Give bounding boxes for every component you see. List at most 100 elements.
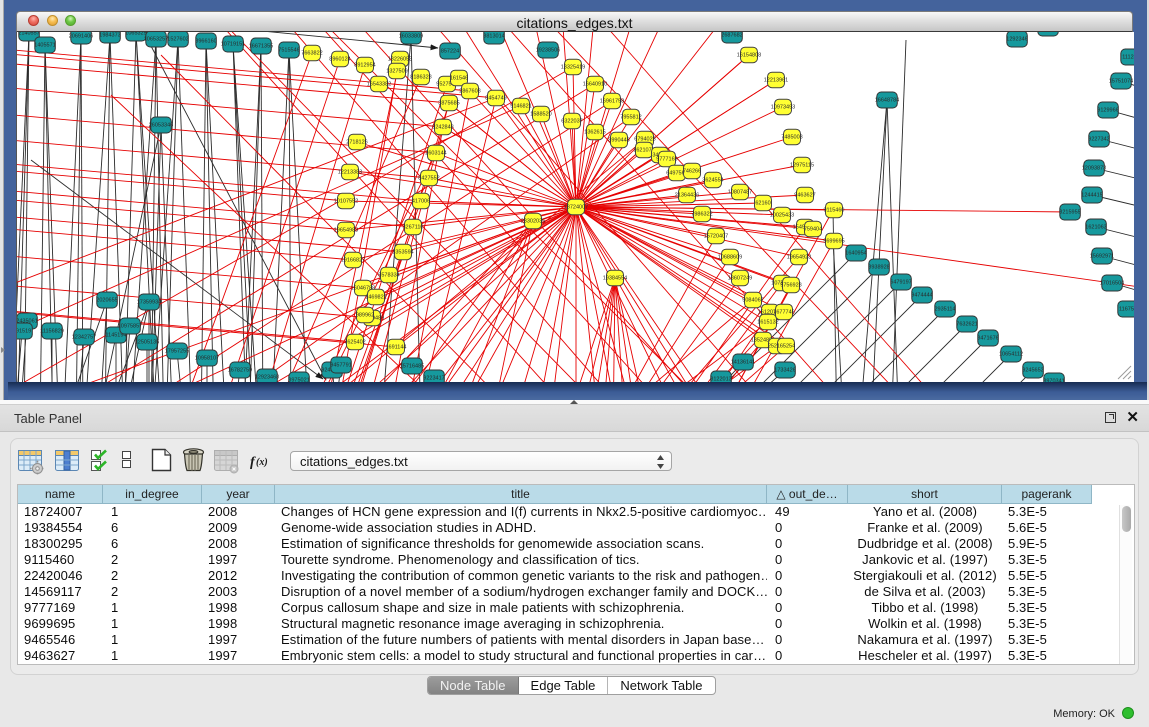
svg-text:8427552: 8427552 — [418, 176, 439, 182]
svg-text:23302035: 23302035 — [521, 219, 545, 225]
svg-text:8970341: 8970341 — [1043, 379, 1064, 382]
svg-text:16782759: 16782759 — [228, 368, 252, 374]
svg-text:1244415: 1244415 — [1081, 193, 1102, 199]
svg-text:857224: 857224 — [441, 49, 459, 55]
svg-text:8912954: 8912954 — [354, 63, 375, 69]
svg-text:9084067: 9084067 — [742, 298, 763, 304]
svg-text:10107552: 10107552 — [334, 199, 358, 205]
svg-text:3267110: 3267110 — [402, 225, 423, 231]
svg-text:7485003: 7485003 — [781, 135, 802, 141]
svg-text:2718126: 2718126 — [346, 140, 367, 146]
svg-text:15692971: 15692971 — [1090, 254, 1114, 260]
svg-text:9245652: 9245652 — [1022, 368, 1043, 374]
svg-text:8960124: 8960124 — [329, 57, 350, 63]
svg-text:10688609: 10688609 — [718, 255, 742, 261]
svg-text:7955812: 7955812 — [620, 115, 641, 121]
svg-text:1615132: 1615132 — [757, 320, 778, 326]
svg-text:116753: 116753 — [1119, 307, 1134, 313]
svg-text:8578334: 8578334 — [378, 273, 399, 279]
svg-text:161546: 161546 — [450, 76, 468, 82]
svg-text:6479197: 6479197 — [890, 280, 911, 286]
svg-text:7515546: 7515546 — [278, 48, 299, 54]
svg-text:1292346: 1292346 — [1006, 37, 1027, 43]
svg-text:15716485: 15716485 — [400, 364, 424, 370]
svg-text:17016504: 17016504 — [1100, 281, 1124, 287]
svg-text:746266: 746266 — [683, 169, 701, 175]
svg-text:15720407: 15720407 — [704, 234, 728, 240]
svg-text:10654112: 10654112 — [999, 352, 1023, 358]
svg-text:13226053: 13226053 — [388, 57, 412, 63]
svg-text:16154808: 16154808 — [737, 53, 761, 59]
svg-text:9777169: 9777169 — [656, 157, 677, 163]
svg-text:11156829: 11156829 — [40, 329, 64, 335]
svg-text:1677746: 1677746 — [773, 310, 794, 316]
svg-text:8471676: 8471676 — [977, 336, 998, 342]
svg-text:14136141: 14136141 — [731, 360, 755, 366]
svg-text:1405571: 1405571 — [34, 43, 55, 49]
svg-text:10653257: 10653257 — [144, 37, 168, 43]
svg-text:10807487: 10807487 — [728, 190, 752, 196]
svg-text:1621063: 1621063 — [1085, 225, 1106, 231]
svg-text:10958107: 10958107 — [195, 356, 219, 362]
svg-text:417006: 417006 — [412, 199, 430, 205]
svg-text:1469822: 1469822 — [365, 295, 386, 301]
svg-text:19654923: 19654923 — [787, 255, 811, 261]
svg-text:16640910: 16640910 — [583, 82, 607, 88]
svg-text:1691144: 1691144 — [385, 345, 406, 351]
svg-text:1527602: 1527602 — [167, 37, 188, 43]
svg-text:12093873: 12093873 — [1082, 166, 1106, 172]
svg-text:391519: 391519 — [17, 329, 31, 335]
svg-text:7986322: 7986322 — [691, 212, 712, 218]
svg-text:19654983: 19654983 — [334, 228, 358, 234]
svg-text:18607249: 18607249 — [728, 276, 752, 282]
svg-text:1588520: 1588520 — [530, 112, 551, 118]
svg-text:17957255: 17957255 — [165, 349, 189, 355]
svg-text:3624554: 3624554 — [702, 178, 723, 184]
svg-text:1733426: 1733426 — [774, 368, 795, 374]
svg-text:165254: 165254 — [777, 344, 795, 350]
svg-text:9474444: 9474444 — [911, 293, 932, 299]
svg-text:2603144: 2603144 — [425, 151, 446, 157]
svg-text:1327509: 1327509 — [386, 69, 407, 75]
svg-text:16543382: 16543382 — [367, 82, 391, 88]
svg-text:(x): (x) — [256, 457, 268, 468]
svg-text:6322037: 6322037 — [561, 119, 582, 125]
svg-text:9242848: 9242848 — [432, 125, 453, 131]
svg-text:21364436: 21364436 — [675, 193, 699, 199]
svg-text:8938928: 8938928 — [868, 265, 889, 271]
svg-text:7632621: 7632621 — [956, 322, 977, 328]
svg-text:9223417: 9223417 — [423, 376, 444, 382]
svg-text:16648784: 16648784 — [875, 98, 899, 104]
svg-text:759404: 759404 — [804, 227, 822, 233]
svg-text:16671355: 16671355 — [249, 44, 273, 50]
svg-text:7663822: 7663822 — [301, 51, 322, 57]
svg-text:13325419: 13325419 — [561, 65, 585, 71]
svg-text:16033809: 16033809 — [399, 34, 423, 40]
svg-text:9699695: 9699695 — [823, 239, 844, 245]
svg-text:20691406: 20691406 — [69, 34, 93, 40]
svg-text:9457791: 9457791 — [330, 363, 351, 369]
svg-text:9756928: 9756928 — [780, 283, 801, 289]
svg-text:8966160: 8966160 — [195, 39, 216, 45]
svg-text:2020655: 2020655 — [96, 298, 117, 304]
svg-text:10025433: 10025433 — [770, 213, 794, 219]
svg-text:62160: 62160 — [755, 201, 770, 207]
svg-text:9115460: 9115460 — [823, 208, 844, 214]
svg-text:989962: 989962 — [356, 313, 374, 319]
svg-text:12505135: 12505135 — [135, 340, 159, 346]
svg-text:111243: 111243 — [1122, 55, 1134, 61]
svg-text:8122013: 8122013 — [710, 377, 731, 382]
svg-text:19166827: 19166827 — [341, 258, 365, 264]
svg-text:12975115: 12975115 — [790, 163, 814, 169]
svg-text:12213961: 12213961 — [764, 78, 788, 84]
svg-text:12342757: 12342757 — [72, 335, 96, 341]
svg-text:19384554: 19384554 — [603, 276, 627, 282]
svg-text:1362615: 1362615 — [584, 130, 605, 136]
svg-text:26053346: 26053346 — [149, 123, 173, 129]
svg-text:8454749: 8454749 — [485, 96, 506, 102]
svg-text:15751074: 15751074 — [1109, 79, 1133, 85]
svg-text:1640954: 1640954 — [845, 251, 866, 257]
svg-text:19238506: 19238506 — [536, 48, 560, 54]
svg-text:9463627: 9463627 — [794, 193, 815, 199]
svg-text:2687682: 2687682 — [721, 33, 742, 39]
